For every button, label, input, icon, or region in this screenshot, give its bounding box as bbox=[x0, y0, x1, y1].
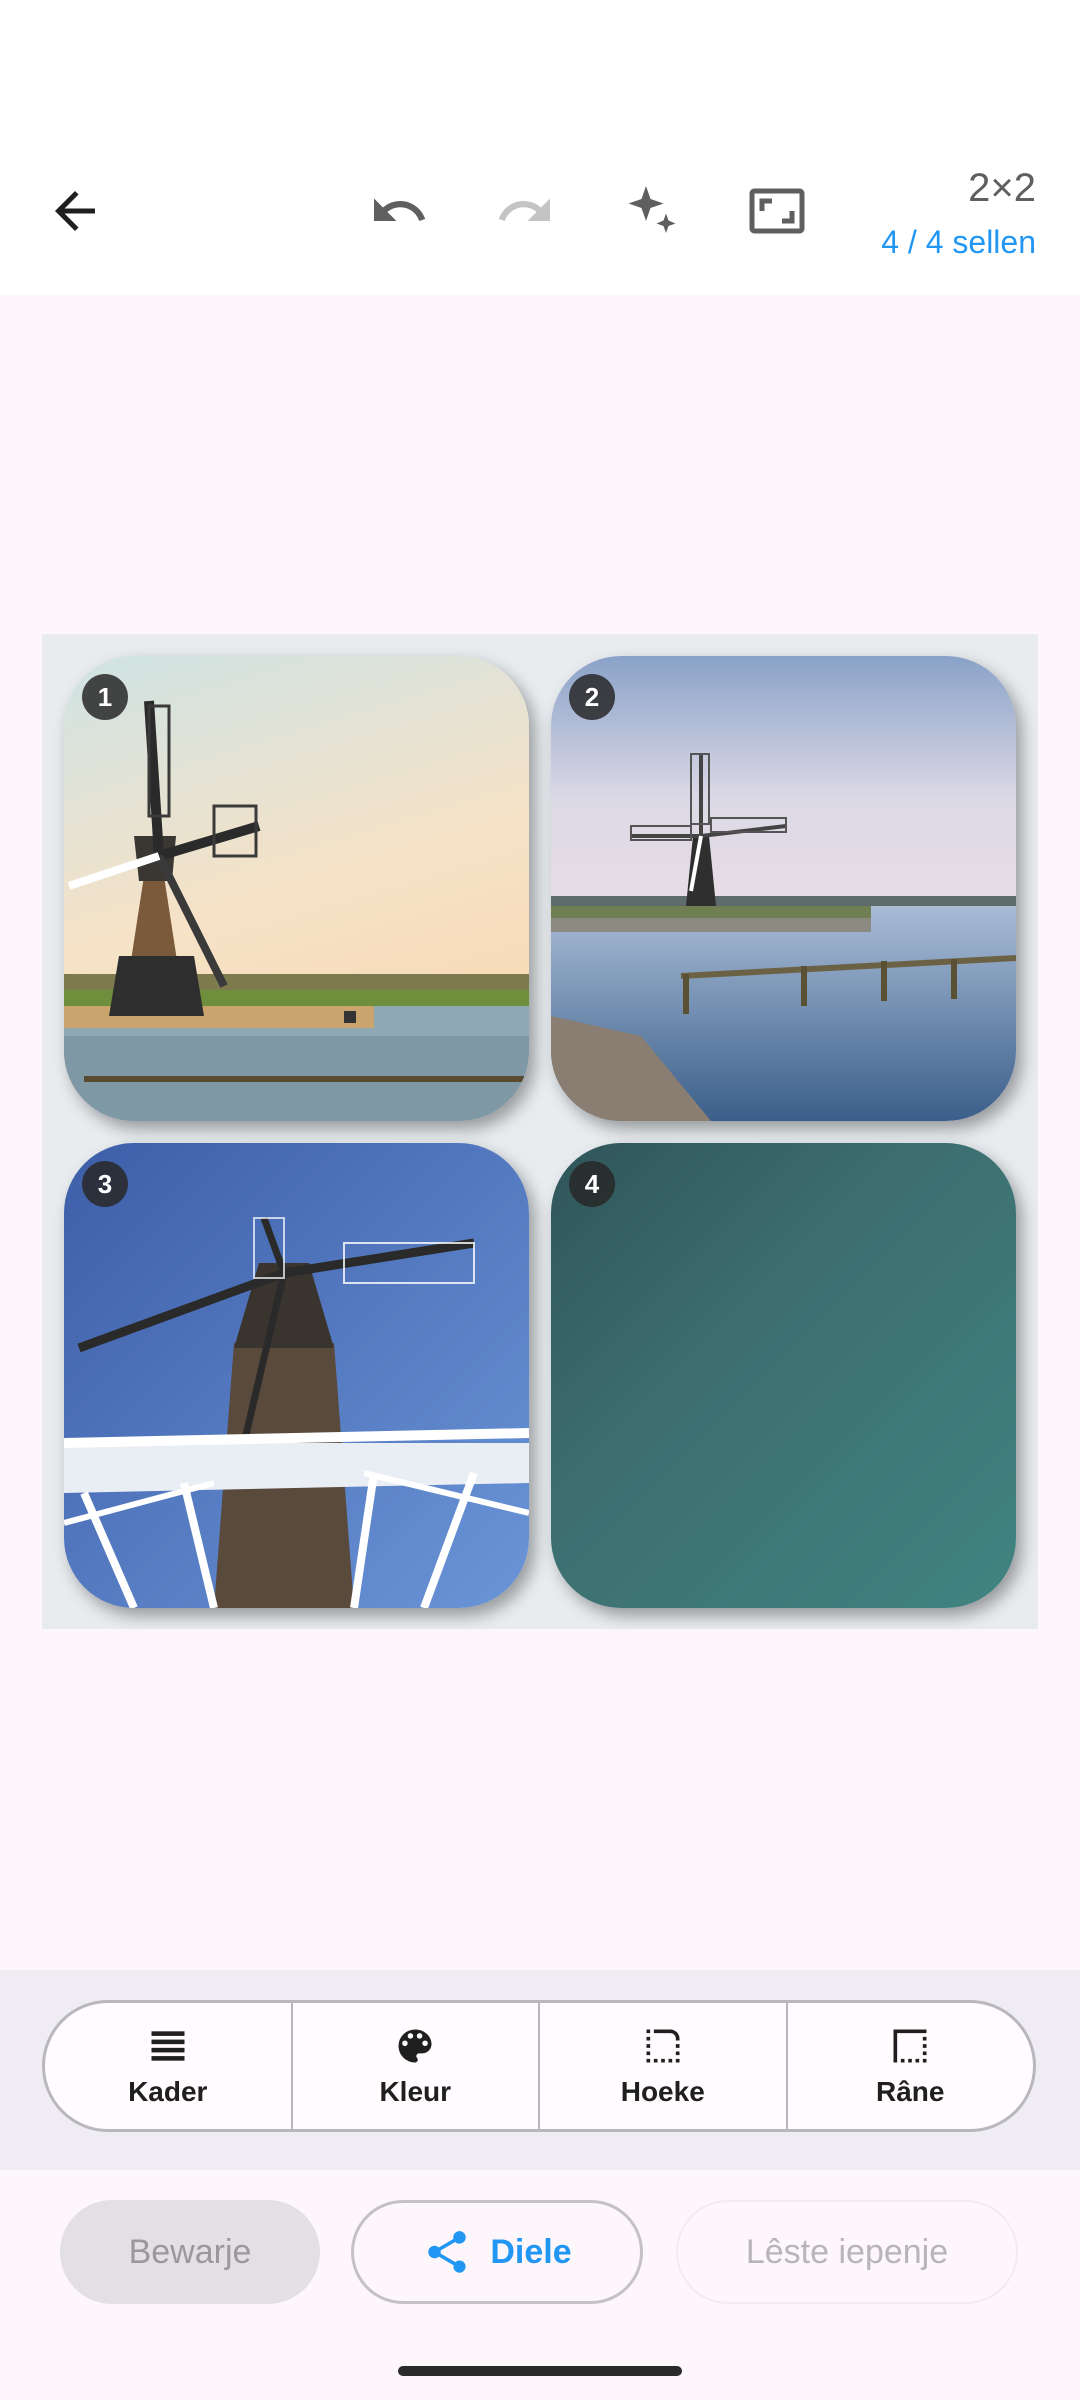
fit-frame-button[interactable] bbox=[732, 166, 822, 256]
redo-button[interactable] bbox=[480, 166, 570, 256]
last-opened-button[interactable]: Lêste iepenje bbox=[676, 2200, 1018, 2304]
tool-borders[interactable]: Râne bbox=[788, 2003, 1034, 2129]
cell-number-badge: 2 bbox=[569, 674, 615, 720]
collage-cell-2[interactable] bbox=[551, 656, 1016, 1121]
save-button[interactable]: Bewarje bbox=[60, 2200, 320, 2304]
tool-corners-label: Hoeke bbox=[620, 2076, 705, 2107]
back-arrow-icon bbox=[55, 191, 95, 231]
tool-segmented-control: Kader Kleur Hoeke Râne bbox=[42, 2000, 1036, 2132]
collage-cell-3[interactable] bbox=[64, 1143, 529, 1608]
cell-number-badge: 3 bbox=[82, 1161, 128, 1207]
windmill-photo-2 bbox=[551, 656, 1016, 1121]
tool-frame[interactable]: Kader bbox=[45, 2003, 293, 2129]
share-button[interactable]: Diele bbox=[351, 2200, 643, 2304]
home-indicator[interactable] bbox=[398, 2366, 682, 2376]
corners-icon bbox=[646, 2029, 680, 2063]
tool-color-label: Kleur bbox=[379, 2076, 452, 2107]
undo-icon bbox=[374, 198, 426, 221]
tool-borders-label: Râne bbox=[876, 2076, 945, 2107]
palette-icon bbox=[398, 2029, 432, 2063]
collage-cell-1[interactable] bbox=[64, 656, 529, 1121]
cell-number-badge: 1 bbox=[82, 674, 128, 720]
windmill-photo-1 bbox=[64, 656, 529, 1121]
tool-color[interactable]: Kleur bbox=[293, 2003, 540, 2129]
back-button[interactable] bbox=[30, 166, 120, 256]
magic-button[interactable] bbox=[606, 166, 696, 256]
grid-size-label[interactable]: 2×2 bbox=[968, 166, 1036, 211]
collage-cell-4-empty[interactable] bbox=[551, 1143, 1016, 1608]
cells-count-label: 4 / 4 sellen bbox=[881, 224, 1036, 260]
fit-frame-icon bbox=[749, 188, 805, 234]
sparkles-icon bbox=[628, 186, 676, 233]
windmill-photo-3 bbox=[64, 1143, 529, 1608]
share-label: Diele bbox=[490, 2232, 572, 2271]
tool-frame-label: Kader bbox=[128, 2076, 208, 2107]
redo-icon bbox=[498, 198, 550, 221]
border-icon bbox=[893, 2029, 927, 2063]
undo-button[interactable] bbox=[354, 166, 444, 256]
cell-number-badge: 4 bbox=[569, 1161, 615, 1207]
tool-corners[interactable]: Hoeke bbox=[540, 2003, 788, 2129]
layers-icon bbox=[151, 2031, 185, 2061]
share-icon bbox=[428, 2231, 467, 2273]
